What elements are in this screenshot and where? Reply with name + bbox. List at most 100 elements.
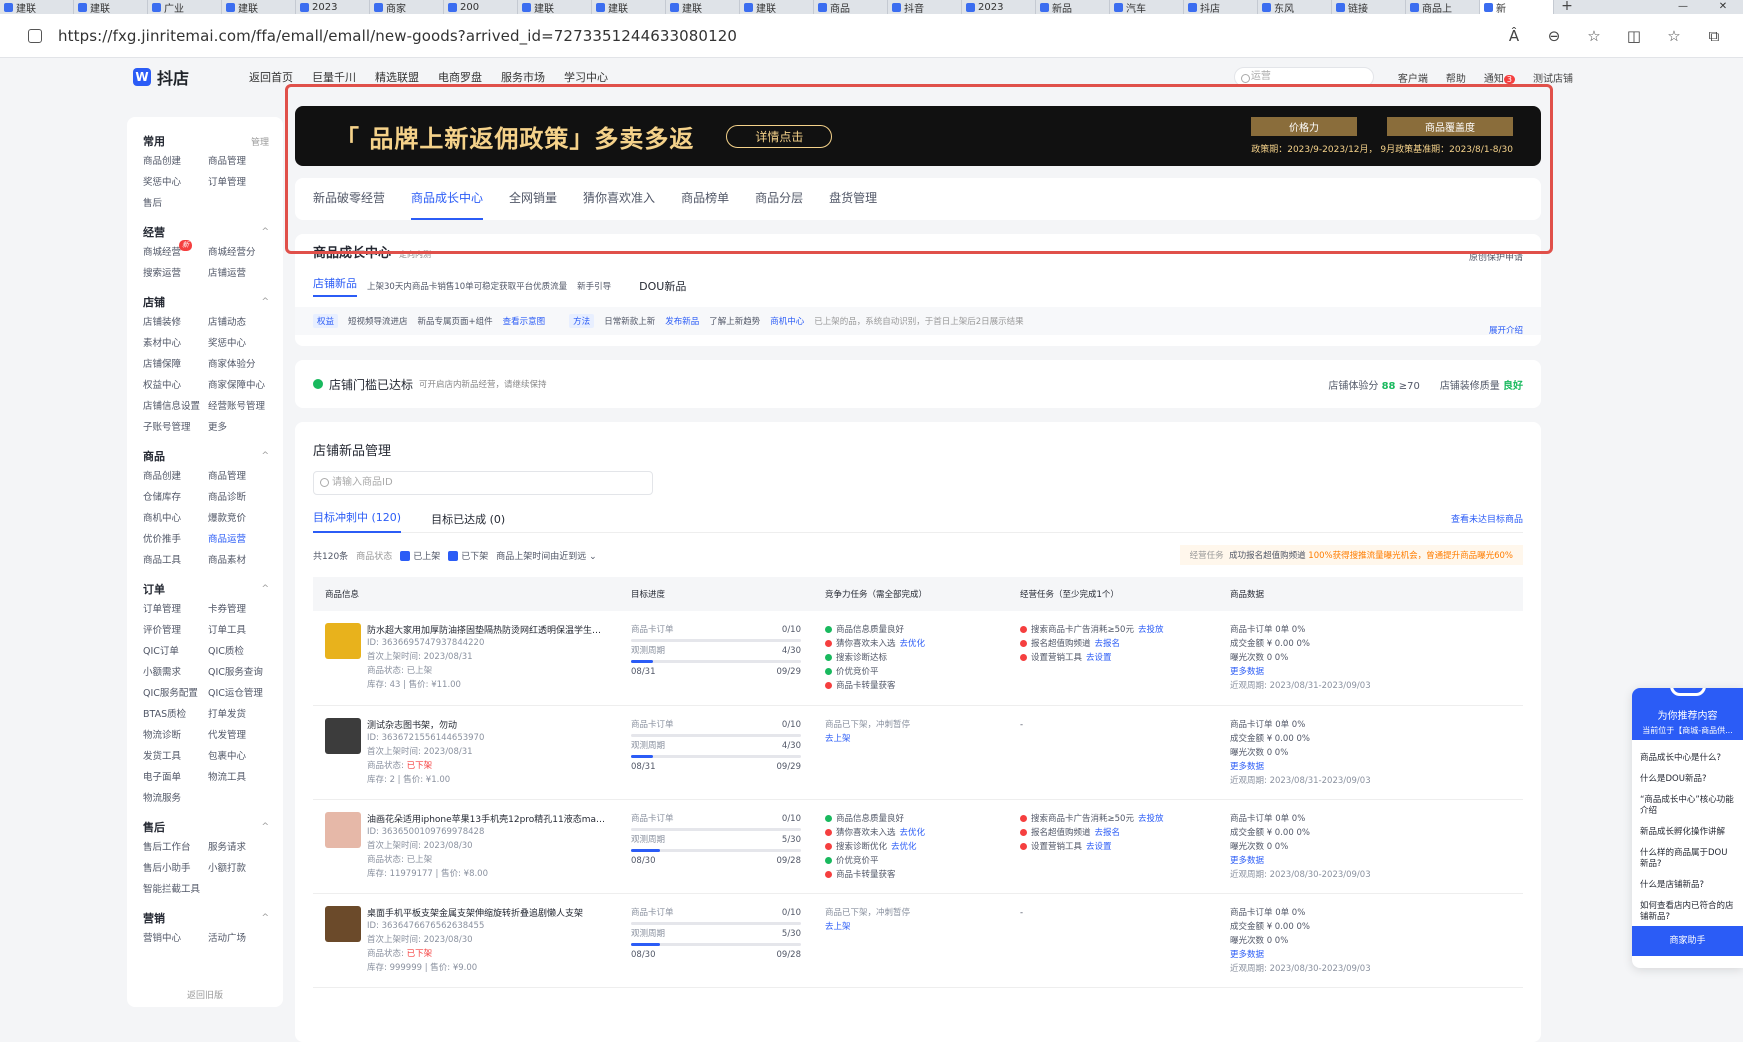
product-thumbnail[interactable] [325, 717, 361, 754]
main-tab[interactable]: 猜你喜欢准入 [583, 178, 655, 220]
help-link[interactable]: 帮助 [1446, 70, 1466, 85]
shop-switcher[interactable]: 测试店铺 [1533, 70, 1573, 85]
sidebar-group-title[interactable]: 商品 ^ [127, 446, 283, 466]
sidebar-item[interactable]: 发货工具 [143, 746, 208, 767]
sidebar-group-title[interactable]: 售后 ^ [127, 817, 283, 837]
browser-tool-icon[interactable]: ⧉ [1699, 27, 1729, 45]
assistant-question[interactable]: “商品成长中心”核心功能介绍 [1640, 790, 1735, 822]
browser-tab[interactable]: 链接 [1332, 0, 1406, 14]
sidebar-group-toggle[interactable]: ^ [261, 822, 269, 832]
merchant-assistant-button[interactable]: 商家助手 [1632, 926, 1743, 956]
sidebar-item[interactable]: 物流工具 [208, 767, 273, 788]
sidebar-group-toggle[interactable]: ^ [261, 297, 269, 307]
notice-link[interactable]: 通知 3 [1484, 70, 1515, 85]
sidebar-item[interactable]: 包裹中心 [208, 746, 273, 767]
browser-tab[interactable]: 2023 [296, 0, 370, 14]
sidebar-item[interactable]: 售后 [143, 193, 208, 214]
back-to-old-version[interactable]: 返回旧版 [127, 988, 283, 1001]
task-link[interactable]: 去投放 [1138, 814, 1164, 824]
sidebar-item[interactable]: 打单发货 [208, 704, 273, 725]
banner-detail-button[interactable]: 详情点击 [726, 124, 833, 148]
tab-achieved[interactable]: 目标已达成 (0) [431, 511, 505, 527]
browser-tool-icon[interactable]: Â [1499, 27, 1529, 45]
expand-intro-button[interactable]: 展开介绍 [1489, 324, 1523, 336]
product-title[interactable]: 桌面手机平板支架金属支架伸缩旋转折叠追剧懒人支架 [367, 906, 583, 919]
sidebar-item[interactable]: 活动广场 [208, 928, 273, 949]
assistant-question[interactable]: 什么是店铺新品? [1640, 875, 1735, 896]
sidebar-item[interactable]: 素材中心 [143, 333, 208, 354]
product-title[interactable]: 油画花朵适用iphone苹果13手机壳12pro精孔11液态max... [367, 812, 607, 825]
browser-tab[interactable]: 新品 [1036, 0, 1110, 14]
sidebar-item[interactable]: 子账号管理 [143, 417, 208, 438]
filter-listed-checkbox[interactable]: 已上架 [400, 549, 440, 562]
sidebar-item[interactable]: 订单管理 [208, 172, 273, 193]
task-link[interactable]: 去设置 [1086, 653, 1112, 663]
sidebar-item[interactable]: 商城经营分 [208, 242, 273, 263]
sidebar-item[interactable]: QIC质检 [208, 641, 273, 662]
product-thumbnail[interactable] [325, 623, 361, 659]
sidebar-group-title[interactable]: 常用 管理 [127, 131, 283, 151]
assistant-question[interactable]: 什么是DOU新品? [1640, 769, 1735, 790]
main-tab[interactable]: 盘货管理 [829, 178, 877, 220]
browser-tool-icon[interactable]: ☆ [1579, 27, 1609, 45]
browser-tab[interactable]: 抖音 [888, 0, 962, 14]
sidebar-item[interactable]: 商品创建 [143, 151, 208, 172]
sidebar-item[interactable]: 商机中心 [143, 508, 208, 529]
browser-tab[interactable]: 建联 [222, 0, 296, 14]
browser-tab[interactable]: 商品上 [1406, 0, 1480, 14]
relist-link[interactable]: 去上架 [825, 920, 996, 934]
sidebar-item[interactable]: QIC运仓管理 [208, 683, 273, 704]
top-nav-item[interactable]: 精选联盟 [375, 69, 419, 85]
browser-tool-icon[interactable]: ⊖ [1539, 27, 1569, 45]
close-icon[interactable]: ✕ [1703, 0, 1743, 14]
more-data-link[interactable]: 更多数据 [1230, 854, 1511, 868]
sidebar-item[interactable]: 商品管理 [208, 151, 273, 172]
sidebar-item[interactable]: 电子面单 [143, 767, 208, 788]
url-field[interactable]: https://fxg.jinritemai.com/ffa/emall/ema… [58, 27, 737, 45]
sidebar-item[interactable]: 商城经营新 [143, 240, 208, 263]
task-link[interactable]: 去报名 [1095, 828, 1121, 838]
sidebar-item[interactable]: 小额需求 [143, 662, 208, 683]
browser-tab[interactable]: 建联 [666, 0, 740, 14]
view-unreached-link[interactable]: 查看未达目标商品 [1451, 512, 1523, 525]
sidebar-group-title[interactable]: 订单 ^ [127, 579, 283, 599]
more-data-link[interactable]: 更多数据 [1230, 948, 1511, 962]
view-diagram-link[interactable]: 查看示意图 [503, 315, 546, 327]
browser-tab[interactable]: 建联 [592, 0, 666, 14]
sidebar-item[interactable]: 商品创建 [143, 466, 208, 487]
sidebar-item[interactable]: 小额打款 [208, 858, 273, 879]
sidebar-item[interactable]: 订单工具 [208, 620, 273, 641]
sidebar-item[interactable]: 营销中心 [143, 928, 208, 949]
more-data-link[interactable]: 更多数据 [1230, 760, 1511, 774]
sidebar-group-toggle[interactable]: ^ [261, 584, 269, 594]
more-data-link[interactable]: 更多数据 [1230, 665, 1511, 679]
client-link[interactable]: 客户端 [1398, 70, 1428, 85]
promo-banner[interactable]: 「 品牌上新返佣政策」多卖多返 详情点击 价格力 商品覆盖度 政策期：2023/… [295, 106, 1541, 166]
sidebar-item[interactable]: 更多 [208, 417, 273, 438]
minimize-icon[interactable]: — [1663, 0, 1703, 14]
sidebar-item[interactable]: 仓储库存 [143, 487, 208, 508]
filter-delisted-checkbox[interactable]: 已下架 [448, 549, 488, 562]
sidebar-item[interactable]: 物流诊断 [143, 725, 208, 746]
sidebar-item[interactable]: 店铺信息设置 [143, 396, 208, 417]
product-title[interactable]: 测试杂志图书架，勿动 [367, 718, 484, 731]
top-nav-item[interactable]: 学习中心 [564, 69, 608, 85]
sidebar-item[interactable]: 服务请求 [208, 837, 273, 858]
browser-tab[interactable]: 新 [1480, 0, 1554, 14]
top-nav-item[interactable]: 返回首页 [249, 69, 293, 85]
sidebar-item[interactable]: BTAS质检 [143, 704, 208, 725]
sidebar-item[interactable]: 订单管理 [143, 599, 208, 620]
sidebar-item[interactable]: 权益中心 [143, 375, 208, 396]
sidebar-item[interactable]: 搜索运营 [143, 263, 208, 284]
top-nav-item[interactable]: 巨量千川 [312, 69, 356, 85]
sidebar-item[interactable]: 售后工作台 [143, 837, 208, 858]
browser-tab[interactable]: 广业 [148, 0, 222, 14]
sidebar-item[interactable]: 店铺动态 [208, 312, 273, 333]
opportunity-center-link[interactable]: 商机中心 [770, 315, 804, 327]
assistant-question[interactable]: 商品成长中心是什么? [1640, 748, 1735, 769]
browser-tool-icon[interactable]: ☆ [1659, 27, 1689, 45]
browser-tab[interactable]: 建联 [74, 0, 148, 14]
sidebar-group-toggle[interactable]: ^ [261, 227, 269, 237]
sidebar-item[interactable]: 商品管理 [208, 466, 273, 487]
sidebar-item[interactable]: 商家保障中心 [208, 375, 273, 396]
